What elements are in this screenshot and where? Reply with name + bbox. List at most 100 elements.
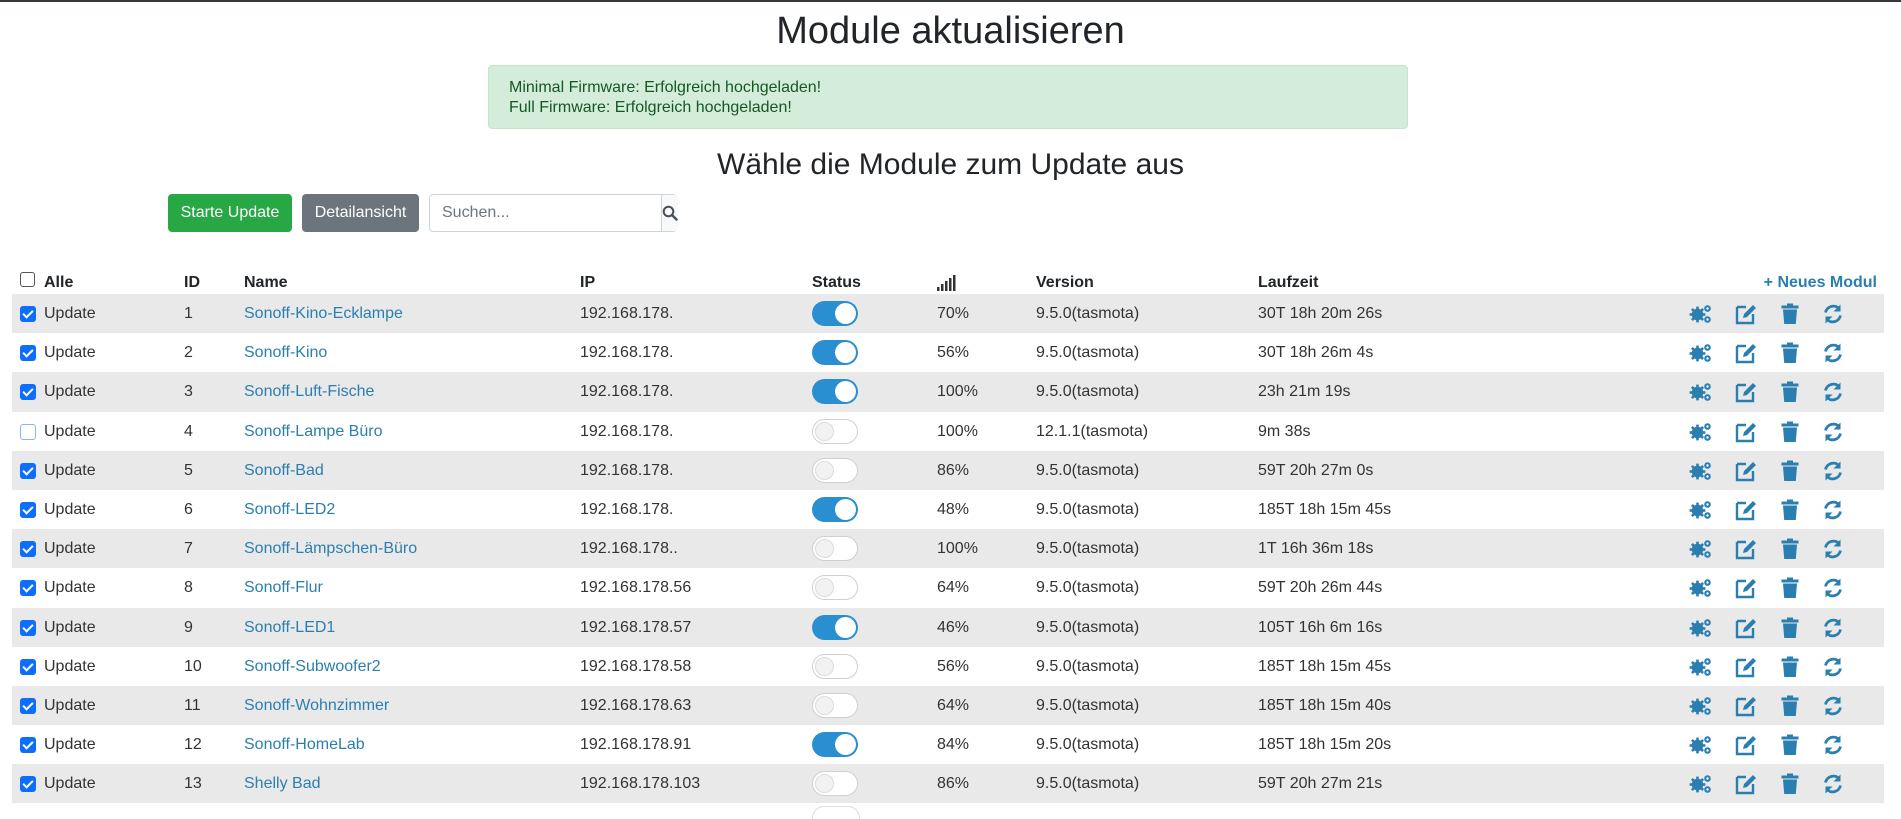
row-update-checkbox[interactable] xyxy=(20,619,36,636)
row-update-checkbox[interactable] xyxy=(20,501,36,518)
row-update-checkbox[interactable] xyxy=(20,776,36,793)
edit-icon[interactable] xyxy=(1734,381,1758,403)
sync-icon[interactable] xyxy=(1821,303,1845,325)
sync-icon[interactable] xyxy=(1821,342,1845,364)
gears-icon[interactable] xyxy=(1689,381,1713,403)
edit-icon[interactable] xyxy=(1734,695,1758,717)
gears-icon[interactable] xyxy=(1689,734,1713,756)
edit-icon[interactable] xyxy=(1734,303,1758,325)
gears-icon[interactable] xyxy=(1689,617,1713,639)
status-toggle[interactable] xyxy=(812,379,858,405)
trash-icon[interactable] xyxy=(1778,577,1802,599)
row-update-checkbox[interactable] xyxy=(20,541,36,558)
module-name-link[interactable]: Shelly Bad xyxy=(244,764,321,803)
gears-icon[interactable] xyxy=(1689,695,1713,717)
sync-icon[interactable] xyxy=(1821,734,1845,756)
status-toggle[interactable] xyxy=(812,536,858,562)
module-name-link[interactable]: Sonoff-LED2 xyxy=(244,490,335,529)
row-update-checkbox[interactable] xyxy=(20,384,36,401)
status-toggle[interactable] xyxy=(812,340,858,366)
status-toggle[interactable] xyxy=(812,653,858,679)
sync-icon[interactable] xyxy=(1821,656,1845,678)
edit-icon[interactable] xyxy=(1734,499,1758,521)
gears-icon[interactable] xyxy=(1689,538,1713,560)
status-toggle[interactable] xyxy=(812,614,858,640)
status-toggle[interactable] xyxy=(812,575,858,601)
gears-icon[interactable] xyxy=(1689,303,1713,325)
search-button[interactable] xyxy=(661,195,678,231)
module-name-link[interactable]: Sonoff-Luft-Fische xyxy=(244,372,374,411)
select-all-checkbox[interactable] xyxy=(20,272,35,287)
sync-icon[interactable] xyxy=(1821,381,1845,403)
edit-icon[interactable] xyxy=(1734,617,1758,639)
gears-icon[interactable] xyxy=(1689,460,1713,482)
trash-icon[interactable] xyxy=(1778,303,1802,325)
module-name-link[interactable]: Sonoff-Wohnzimmer xyxy=(244,686,389,725)
gears-icon[interactable] xyxy=(1689,421,1713,443)
gears-icon[interactable] xyxy=(1689,499,1713,521)
status-toggle[interactable] xyxy=(812,457,858,483)
edit-icon[interactable] xyxy=(1734,538,1758,560)
trash-icon[interactable] xyxy=(1778,538,1802,560)
row-ip: 192.168.178. xyxy=(580,305,674,322)
row-update-checkbox[interactable] xyxy=(20,697,36,714)
sync-icon[interactable] xyxy=(1821,617,1845,639)
gears-icon[interactable] xyxy=(1689,773,1713,795)
trash-icon[interactable] xyxy=(1778,381,1802,403)
row-update-checkbox[interactable] xyxy=(20,345,36,362)
edit-icon[interactable] xyxy=(1734,421,1758,443)
edit-icon[interactable] xyxy=(1734,773,1758,795)
status-toggle[interactable] xyxy=(812,496,858,522)
sync-icon[interactable] xyxy=(1821,577,1845,599)
module-name-link[interactable]: Sonoff-Flur xyxy=(244,568,323,607)
row-update-checkbox[interactable] xyxy=(20,306,36,322)
new-module-link[interactable]: + Neues Modul xyxy=(1764,274,1877,292)
sync-icon[interactable] xyxy=(1821,695,1845,717)
search-input[interactable] xyxy=(430,195,661,231)
trash-icon[interactable] xyxy=(1778,695,1802,717)
sync-icon[interactable] xyxy=(1821,421,1845,443)
edit-icon[interactable] xyxy=(1734,656,1758,678)
module-name-link[interactable]: Sonoff-Kino xyxy=(244,333,327,372)
sync-icon[interactable] xyxy=(1821,538,1845,560)
sync-icon[interactable] xyxy=(1821,773,1845,795)
module-name-link[interactable]: Sonoff-LED1 xyxy=(244,608,335,647)
row-update-checkbox[interactable] xyxy=(20,462,36,479)
row-uptime: 105T 16h 6m 16s xyxy=(1258,618,1383,636)
sync-icon[interactable] xyxy=(1821,499,1845,521)
row-version: 9.5.0(tasmota) xyxy=(1036,775,1140,793)
row-update-checkbox[interactable] xyxy=(20,580,36,597)
trash-icon[interactable] xyxy=(1778,460,1802,482)
edit-icon[interactable] xyxy=(1734,577,1758,599)
row-update-checkbox[interactable] xyxy=(20,737,36,754)
gears-icon[interactable] xyxy=(1689,342,1713,364)
trash-icon[interactable] xyxy=(1778,617,1802,639)
module-name-link[interactable]: Sonoff-Bad xyxy=(244,451,324,490)
trash-icon[interactable] xyxy=(1778,773,1802,795)
gears-icon[interactable] xyxy=(1689,656,1713,678)
sync-icon[interactable] xyxy=(1821,460,1845,482)
status-toggle[interactable] xyxy=(812,418,858,444)
trash-icon[interactable] xyxy=(1778,342,1802,364)
status-toggle[interactable] xyxy=(812,301,858,326)
edit-icon[interactable] xyxy=(1734,342,1758,364)
edit-icon[interactable] xyxy=(1734,460,1758,482)
trash-icon[interactable] xyxy=(1778,499,1802,521)
gears-icon[interactable] xyxy=(1689,577,1713,599)
trash-icon[interactable] xyxy=(1778,656,1802,678)
status-toggle[interactable] xyxy=(812,771,858,797)
module-name-link[interactable]: Sonoff-Kino-Ecklampe xyxy=(244,294,403,333)
trash-icon[interactable] xyxy=(1778,421,1802,443)
edit-icon[interactable] xyxy=(1734,734,1758,756)
status-toggle[interactable] xyxy=(812,732,858,758)
row-update-checkbox[interactable] xyxy=(20,423,36,440)
module-name-link[interactable]: Sonoff-Lampe Büro xyxy=(244,412,382,451)
status-toggle[interactable] xyxy=(812,692,858,718)
module-name-link[interactable]: Sonoff-HomeLab xyxy=(244,725,365,764)
row-update-checkbox[interactable] xyxy=(20,658,36,675)
trash-icon[interactable] xyxy=(1778,734,1802,756)
detail-view-button[interactable]: Detailansicht xyxy=(302,194,419,232)
module-name-link[interactable]: Sonoff-Subwoofer2 xyxy=(244,647,381,686)
start-update-button[interactable]: Starte Update xyxy=(168,194,292,232)
module-name-link[interactable]: Sonoff-Lämpschen-Büro xyxy=(244,529,417,568)
